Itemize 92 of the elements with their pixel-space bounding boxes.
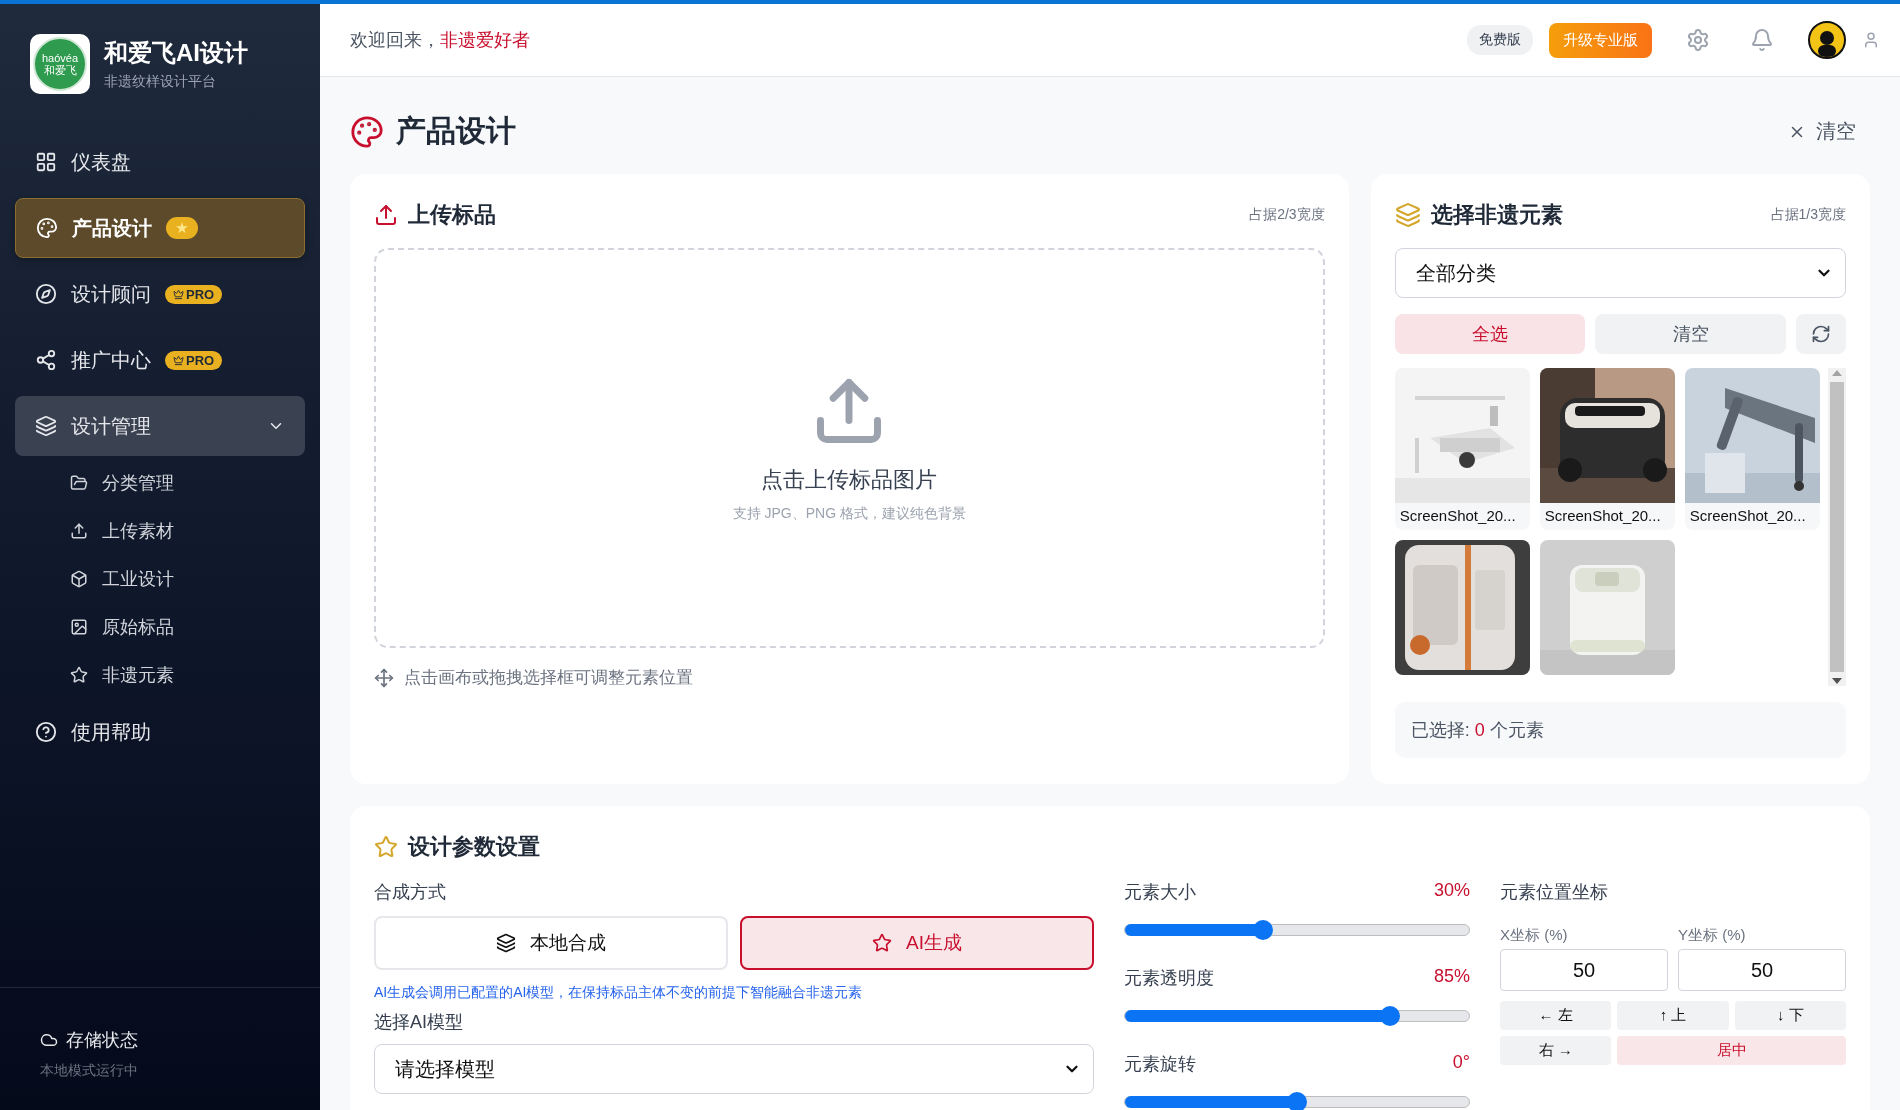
nav-subitem[interactable]: 原始标品 [15, 606, 305, 648]
mode-button[interactable]: 本地合成 [374, 916, 728, 970]
nav-item[interactable]: 仪表盘 [15, 132, 305, 192]
position-tip: 点击画布或拖拽选择框可调整元素位置 [404, 667, 693, 689]
coordinate-label: X坐标 (%) [1500, 926, 1569, 945]
move-icon [374, 667, 394, 688]
page-title: 产品设计 [396, 113, 517, 149]
refresh-icon [1811, 324, 1831, 344]
layers-icon [496, 933, 516, 953]
center-button[interactable]: 居中 [1617, 1036, 1846, 1065]
select-all-button[interactable]: 全选 [1394, 314, 1586, 354]
slider-thumb[interactable] [1252, 920, 1273, 940]
coordinate-label: Y坐标 (%) [1678, 926, 1747, 945]
slider-thumb[interactable] [1379, 1006, 1400, 1026]
section-label: 元素位置坐标 [1500, 881, 1609, 904]
model-select[interactable]: 请选择模型 [374, 1044, 1094, 1094]
width-note: 占据2/3宽度 [1249, 206, 1325, 224]
field-label: 选择AI模型 [374, 1011, 464, 1034]
move-button[interactable]: ↓ 下 [1734, 1001, 1846, 1030]
layers-icon [1394, 202, 1421, 228]
slider-reading: 85% [1433, 966, 1470, 988]
move-button[interactable]: ↑ 上 [1617, 1001, 1729, 1030]
nav-icon [36, 217, 58, 239]
mode-note: AI生成会调用已配置的AI模型，在保持标品主体不变的前提下智能融合非遗元素 [374, 984, 864, 1002]
nav-icon [70, 570, 88, 588]
slider-thumb[interactable] [1287, 1092, 1307, 1110]
nav-icon [70, 474, 88, 492]
thumbnail-caption: ScreenShot_20... [1543, 506, 1662, 526]
width-note: 占据1/3宽度 [1770, 206, 1846, 224]
gear-icon [1686, 28, 1710, 52]
star-icon [374, 835, 398, 859]
slider-label: 元素大小 [1124, 881, 1196, 904]
move-button[interactable]: 右 → [1500, 1036, 1612, 1065]
slider-label: 元素透明度 [1124, 967, 1214, 990]
thumbnail-caption: ScreenShot_20... [1688, 506, 1807, 526]
card-title: 上传标品 [408, 201, 497, 229]
field-label: 合成方式 [374, 881, 447, 904]
scrollbar[interactable] [1828, 368, 1846, 686]
plan-tag: 免费版 [1467, 25, 1533, 55]
storage-title: 存储状态 [66, 1029, 138, 1052]
element-thumbnail[interactable]: ScreenShot_20... [1684, 368, 1820, 530]
card-title: 设计参数设置 [408, 833, 541, 861]
nav-item[interactable]: 设计顾问 PRO [15, 264, 305, 324]
card-title: 选择非遗元素 [1430, 201, 1564, 229]
palette-icon [350, 114, 384, 149]
user-icon [1862, 31, 1880, 49]
slider-label: 元素旋转 [1124, 1053, 1196, 1076]
coordinate-input[interactable]: 50 [1500, 949, 1668, 991]
nav-item[interactable]: 设计管理 [15, 396, 305, 456]
nav-icon [70, 522, 88, 540]
element-thumbnail[interactable]: ScreenShot_20... [1539, 368, 1675, 530]
star-icon [872, 933, 892, 953]
nav-icon [35, 283, 57, 305]
coordinate-input[interactable]: 50 [1678, 949, 1846, 991]
pro-badge: PRO [165, 284, 223, 304]
clear-selection-button[interactable]: 清空 [1595, 314, 1786, 354]
nav-subitem[interactable]: 上传素材 [15, 510, 305, 552]
bell-icon [1750, 28, 1774, 52]
selection-count: 已选择: 0 个元素 [1394, 702, 1846, 758]
upload-icon [374, 203, 398, 227]
category-select[interactable]: 全部分类 [1394, 248, 1846, 298]
slider-reading: 0° [1452, 1052, 1470, 1074]
nav-subitem[interactable]: 工业设计 [15, 558, 305, 600]
brand-subtitle: 非遗纹样设计平台 [104, 73, 217, 91]
nav-subitem[interactable]: 分类管理 [15, 462, 305, 504]
nav-subitem[interactable]: 非遗元素 [15, 654, 305, 696]
nav-item[interactable]: 使用帮助 [15, 702, 305, 762]
nav-icon [70, 666, 88, 684]
nav-icon [35, 151, 57, 173]
nav-item[interactable]: 产品设计 ★ [15, 198, 305, 258]
cloud-icon [40, 1031, 58, 1049]
star-badge: ★ [166, 217, 198, 239]
nav-item[interactable]: 推广中心 PRO [15, 330, 305, 390]
avatar[interactable] [1808, 21, 1846, 59]
welcome-text: 欢迎回来，非遗爱好者 [350, 29, 531, 52]
nav-icon [35, 721, 57, 743]
brand-name: 和爱飞AI设计 [104, 38, 248, 68]
thumbnail-caption: ScreenShot_20... [1398, 506, 1517, 526]
pro-badge: PRO [165, 350, 223, 370]
nav-icon [35, 349, 57, 371]
move-button[interactable]: ← 左 [1500, 1001, 1612, 1030]
upload-prompt: 点击上传标品图片 [761, 466, 938, 494]
mode-button[interactable]: AI生成 [740, 916, 1094, 970]
upload-dropzone[interactable]: 点击上传标品图片 支持 JPG、PNG 格式，建议纯色背景 [374, 248, 1325, 648]
storage-detail: 本地模式运行中 [40, 1062, 139, 1080]
logo: haóvéa 和爱飞 [30, 34, 90, 94]
nav-icon [70, 618, 88, 636]
refresh-button[interactable] [1796, 314, 1846, 354]
slider-reading: 30% [1433, 880, 1470, 902]
nav-icon [35, 415, 57, 437]
upload-hint: 支持 JPG、PNG 格式，建议纯色背景 [732, 505, 966, 523]
clear-button[interactable]: 清空 [1774, 118, 1870, 145]
